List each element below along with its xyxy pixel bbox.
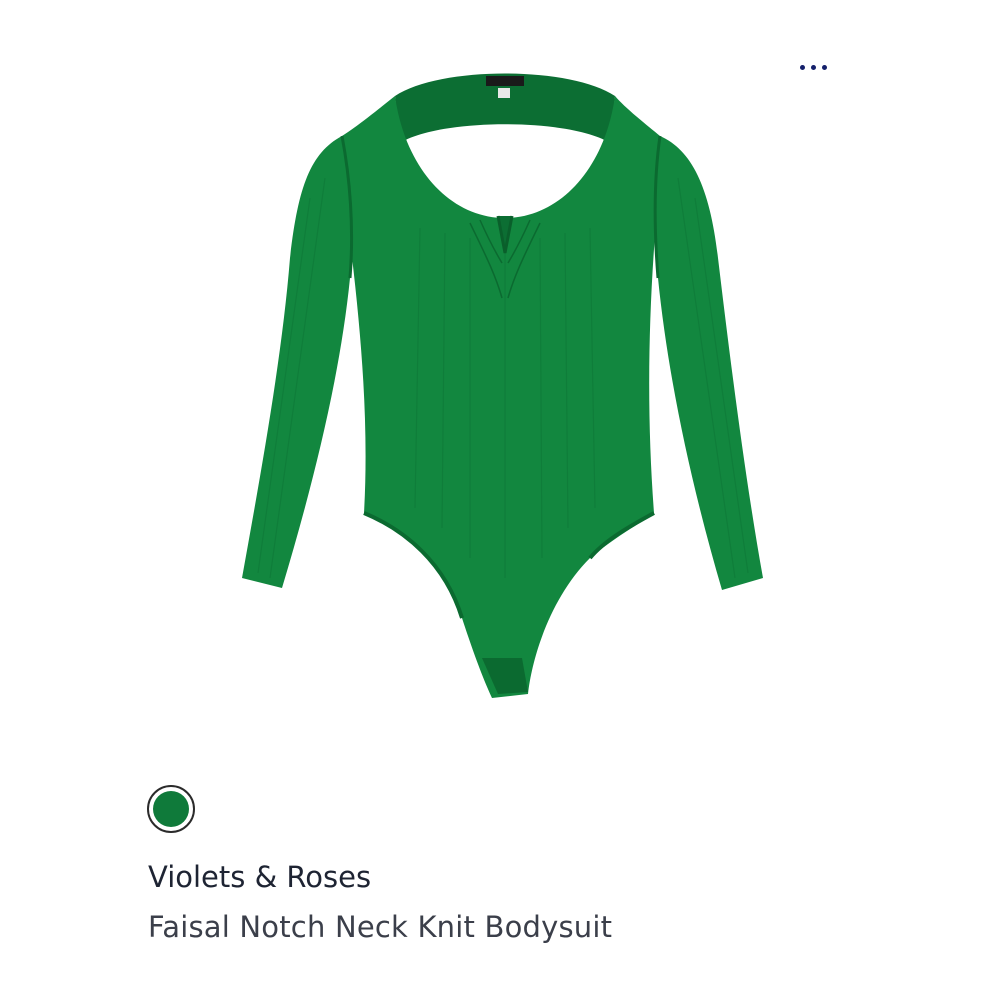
more-dot: [810, 64, 816, 70]
color-swatch-fill: [153, 791, 189, 827]
right-sleeve: [655, 136, 763, 590]
left-sleeve: [242, 136, 352, 588]
garment-label: [486, 76, 524, 86]
bodysuit-body: [342, 96, 660, 698]
more-dot: [799, 64, 805, 70]
bodysuit-image: [242, 73, 763, 698]
product-name[interactable]: Faisal Notch Neck Knit Bodysuit: [148, 908, 612, 946]
color-swatch-selected[interactable]: [147, 785, 195, 833]
brand-name: Violets & Roses: [148, 860, 372, 894]
more-options-button[interactable]: [787, 52, 839, 82]
more-dot: [821, 64, 827, 70]
product-image[interactable]: [230, 58, 775, 708]
